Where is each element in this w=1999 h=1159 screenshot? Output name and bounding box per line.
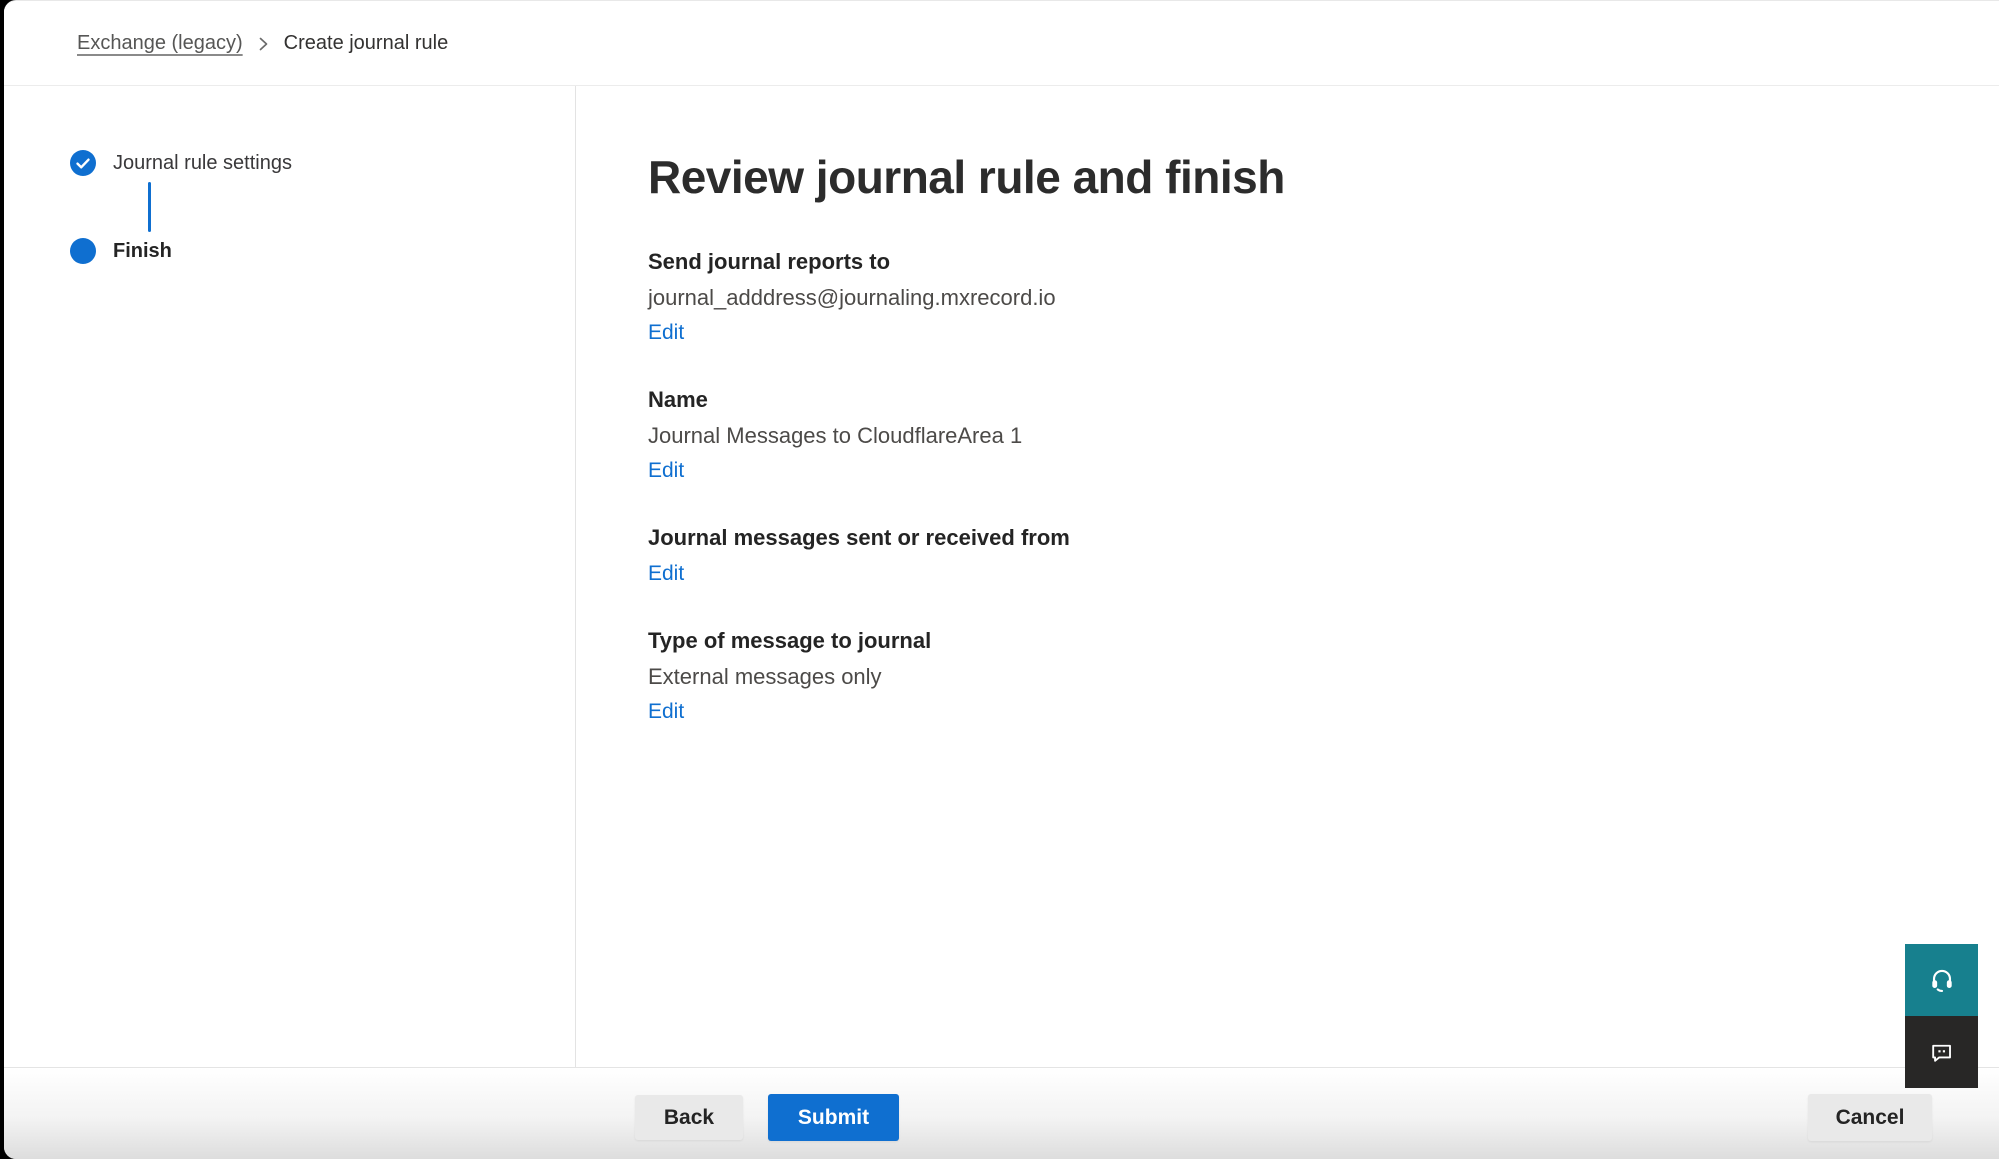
wizard-step-journal-rule-settings[interactable]: Journal rule settings — [70, 150, 575, 176]
back-button[interactable]: Back — [635, 1095, 743, 1140]
footer-action-bar: Back Submit Cancel — [4, 1067, 1999, 1159]
wizard-steps-sidebar: Journal rule settings Finish — [4, 86, 576, 1068]
section-label: Journal messages sent or received from — [648, 524, 1959, 552]
wizard-step-finish: Finish — [70, 238, 575, 264]
chevron-right-icon — [258, 35, 269, 53]
headset-icon — [1928, 966, 1956, 994]
section-label: Type of message to journal — [648, 627, 1959, 655]
page-title: Review journal rule and finish — [648, 150, 1959, 204]
submit-button[interactable]: Submit — [768, 1094, 899, 1141]
check-circle-icon — [70, 150, 96, 176]
review-section-send-journal-reports-to: Send journal reports to journal_adddress… — [648, 248, 1959, 347]
chat-bubble-icon — [1928, 1039, 1955, 1066]
breadcrumb-current-page: Create journal rule — [284, 32, 449, 55]
section-label: Name — [648, 386, 1959, 414]
breadcrumb: Exchange (legacy) Create journal rule — [77, 32, 448, 55]
message-type-value: External messages only — [648, 663, 1959, 691]
feedback-button[interactable] — [1905, 1016, 1978, 1088]
breadcrumb-link-exchange-legacy[interactable]: Exchange (legacy) — [77, 32, 243, 55]
app-window: Exchange (legacy) Create journal rule Jo… — [4, 0, 1999, 1159]
step-connector-line — [148, 182, 151, 232]
edit-name-link[interactable]: Edit — [648, 457, 684, 485]
review-section-journal-messages-scope: Journal messages sent or received from E… — [648, 524, 1959, 588]
body-row: Journal rule settings Finish Review jour… — [4, 86, 1999, 1068]
wizard-step-label: Finish — [113, 240, 172, 263]
cancel-button[interactable]: Cancel — [1808, 1094, 1932, 1141]
edit-message-type-link[interactable]: Edit — [648, 698, 684, 726]
floating-button-stack — [1905, 944, 1978, 1088]
section-label: Send journal reports to — [648, 248, 1959, 276]
filled-circle-icon — [70, 238, 96, 264]
edit-send-journal-reports-link[interactable]: Edit — [648, 319, 684, 347]
edit-journal-messages-scope-link[interactable]: Edit — [648, 560, 684, 588]
rule-name-value: Journal Messages to CloudflareArea 1 — [648, 422, 1959, 450]
wizard-step-label: Journal rule settings — [113, 152, 292, 175]
journal-report-address-value: journal_adddress@journaling.mxrecord.io — [648, 284, 1959, 312]
review-pane: Review journal rule and finish Send jour… — [576, 86, 1999, 1068]
help-support-button[interactable] — [1905, 944, 1978, 1016]
header-bar: Exchange (legacy) Create journal rule — [4, 1, 1999, 86]
review-section-name: Name Journal Messages to CloudflareArea … — [648, 386, 1959, 485]
review-section-message-type: Type of message to journal External mess… — [648, 627, 1959, 726]
